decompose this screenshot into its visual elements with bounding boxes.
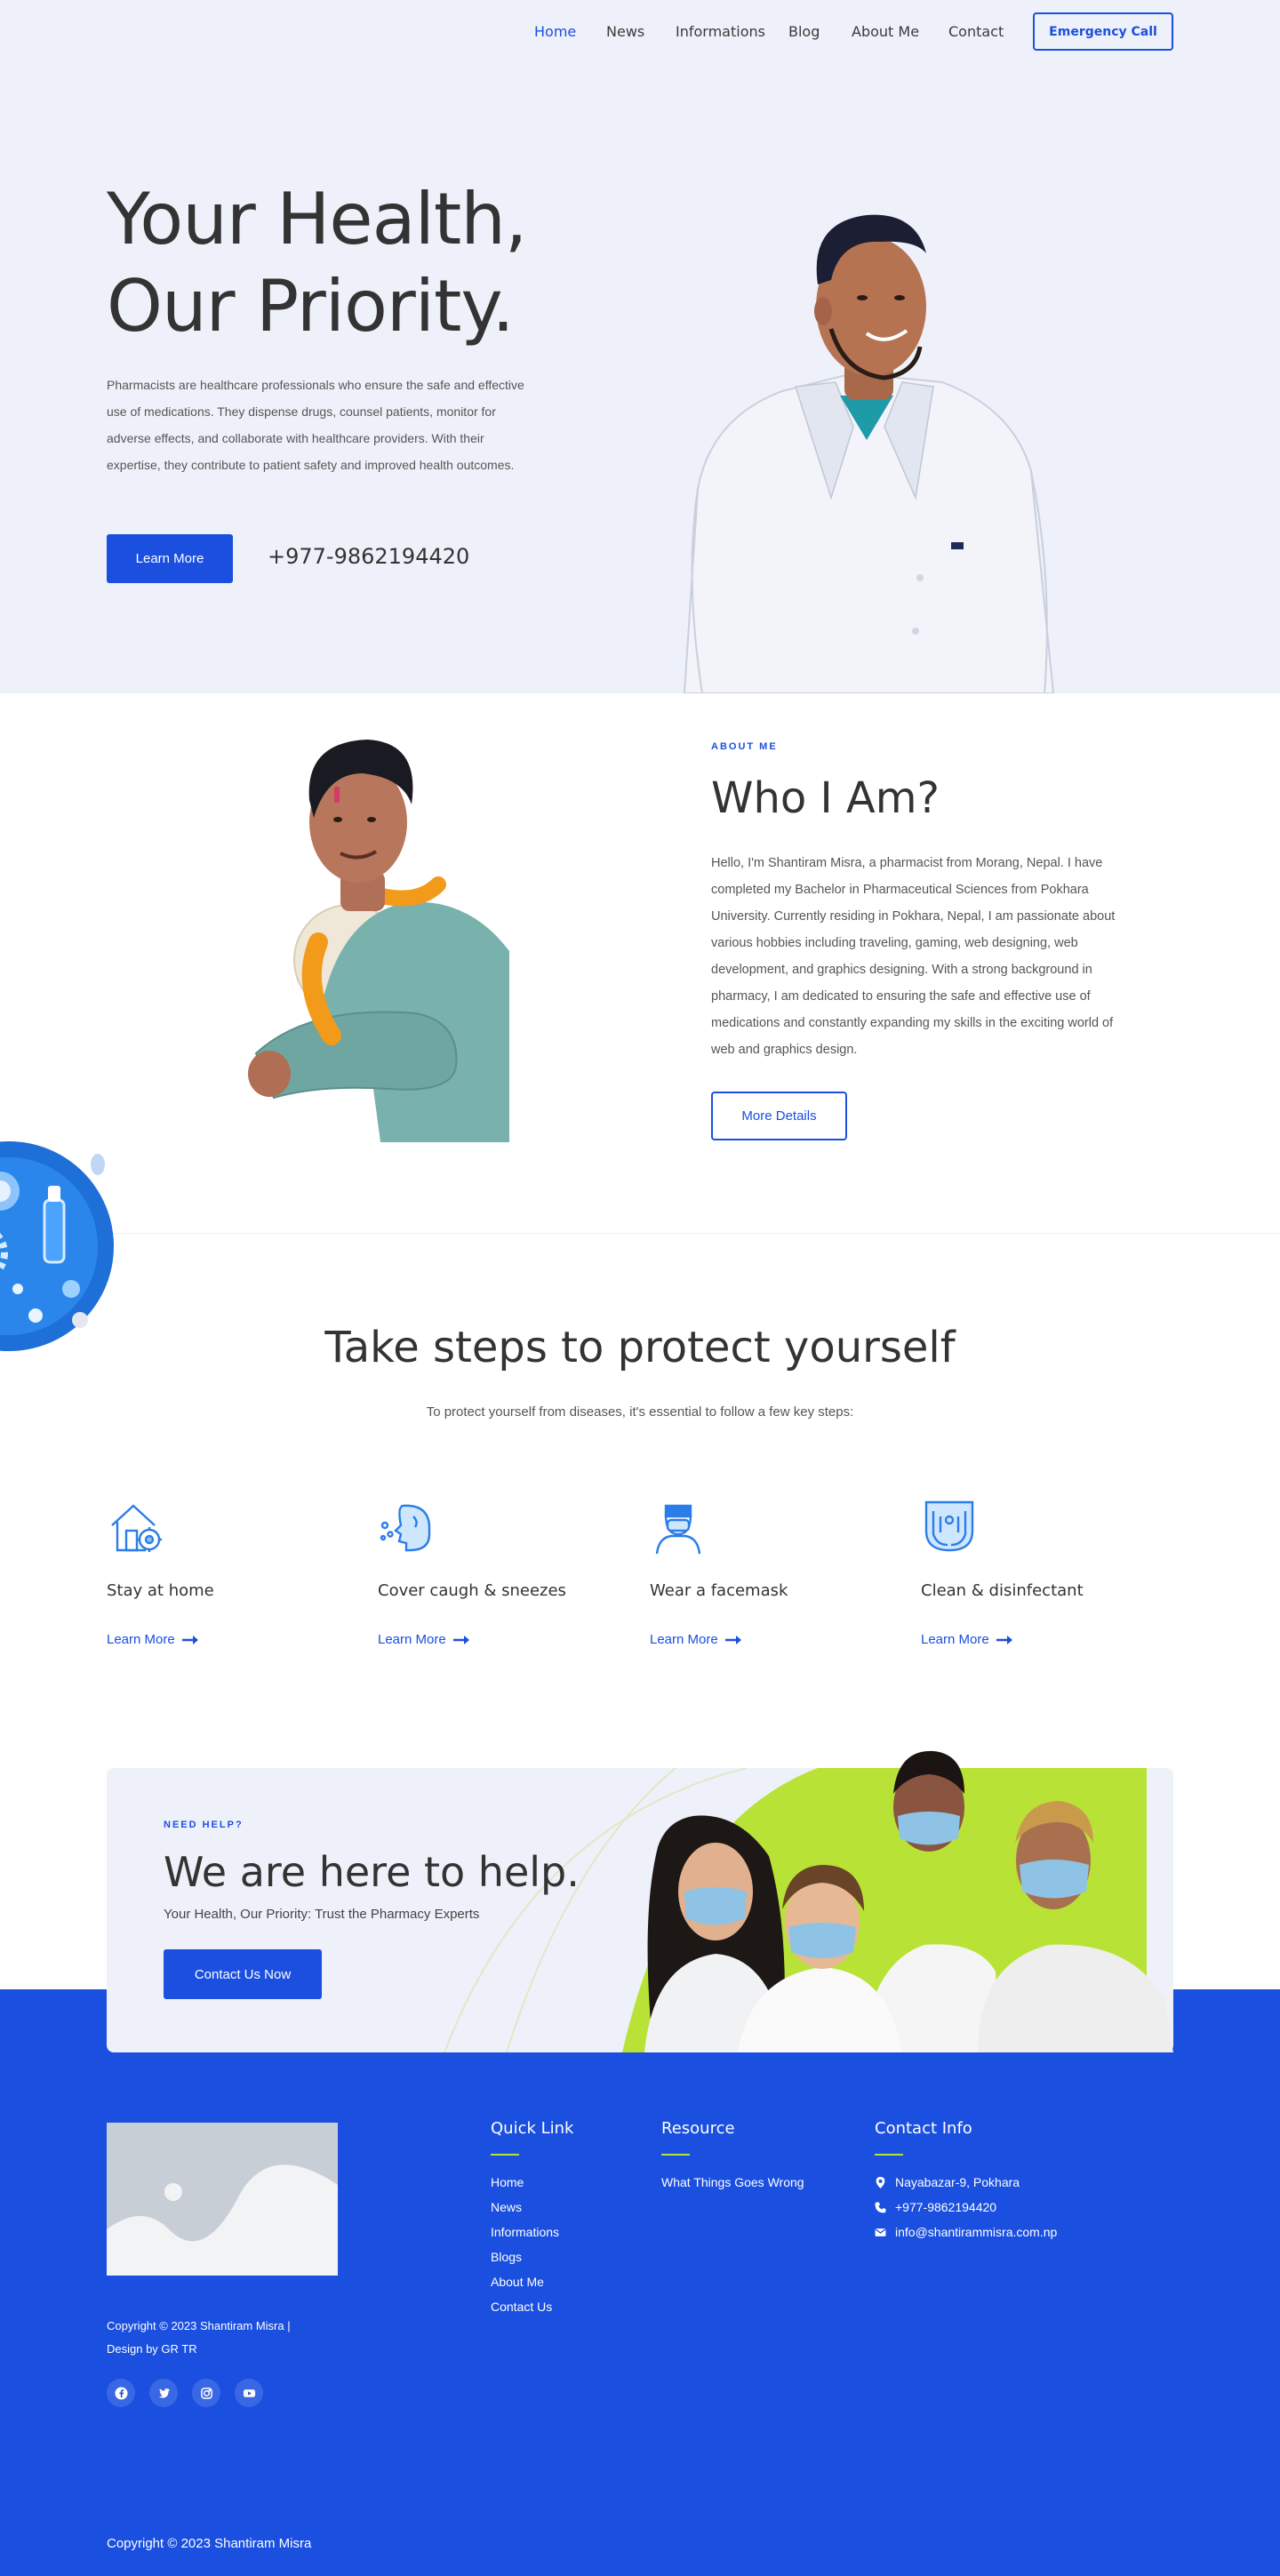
contact-us-button[interactable]: Contact Us Now bbox=[164, 1949, 322, 1999]
footer-copyright: Copyright © 2023 Shantiram Misra bbox=[107, 2536, 312, 2551]
nav-about-me[interactable]: About Me bbox=[852, 23, 919, 40]
instagram-icon[interactable] bbox=[192, 2379, 220, 2407]
facemask-icon bbox=[655, 1504, 701, 1555]
sneeze-icon bbox=[380, 1504, 431, 1552]
step-card: Wear a facemask Learn More bbox=[650, 1499, 899, 1650]
arrow-right-icon bbox=[996, 1635, 1012, 1644]
step-link-label: Learn More bbox=[378, 1632, 446, 1647]
about-section: ABOUT ME Who I Am? Hello, I'm Shantiram … bbox=[0, 693, 1280, 1351]
main-nav: Home News Informations Blog About Me Con… bbox=[0, 12, 1280, 52]
arrow-right-icon bbox=[724, 1635, 741, 1644]
learn-more-button[interactable]: Learn More bbox=[107, 534, 233, 583]
envelope-icon bbox=[875, 2228, 886, 2236]
footer-link-blogs[interactable]: Blogs bbox=[491, 2244, 573, 2269]
help-subtitle: Your Health, Our Priority: Trust the Pha… bbox=[164, 1907, 480, 1922]
quick-link-column: Quick Link Home News Informations Blogs … bbox=[491, 2119, 573, 2319]
footer-link-home[interactable]: Home bbox=[491, 2170, 573, 2195]
arrow-right-icon bbox=[181, 1635, 198, 1644]
arrow-right-icon bbox=[452, 1635, 469, 1644]
step-title: Wear a facemask bbox=[650, 1581, 788, 1600]
hero-title: Your Health, Our Priority. bbox=[107, 178, 527, 348]
help-kicker: NEED HELP? bbox=[164, 1820, 244, 1830]
resource-column: Resource What Things Goes Wrong bbox=[661, 2119, 804, 2195]
nav-home[interactable]: Home bbox=[534, 23, 576, 40]
step-link-label: Learn More bbox=[921, 1632, 989, 1647]
map-pin-icon bbox=[876, 2176, 885, 2188]
footer-link-informations[interactable]: Informations bbox=[491, 2220, 573, 2244]
contact-info-column: Contact Info Nayabazar-9, Pokhara +977-9… bbox=[875, 2119, 1057, 2244]
pharmacist-photo bbox=[683, 214, 1055, 693]
step-learn-more-link[interactable]: Learn More bbox=[378, 1632, 469, 1647]
social-links bbox=[107, 2379, 263, 2407]
contact-address-text: Nayabazar-9, Pokhara bbox=[895, 2175, 1020, 2189]
nav-contact[interactable]: Contact bbox=[948, 23, 1004, 40]
emergency-call-button[interactable]: Emergency Call bbox=[1033, 12, 1173, 51]
step-learn-more-link[interactable]: Learn More bbox=[107, 1632, 198, 1647]
step-title: Clean & disinfectant bbox=[921, 1581, 1084, 1600]
title-underline bbox=[661, 2154, 690, 2156]
more-details-button[interactable]: More Details bbox=[711, 1092, 847, 1140]
step-card: Stay at home Learn More bbox=[107, 1499, 356, 1650]
twitter-icon[interactable] bbox=[149, 2379, 178, 2407]
step-learn-more-link[interactable]: Learn More bbox=[650, 1632, 741, 1647]
contact-phone-text: +977-9862194420 bbox=[895, 2200, 997, 2214]
footer-link-news[interactable]: News bbox=[491, 2195, 573, 2220]
nav-informations[interactable]: Informations bbox=[676, 23, 765, 40]
about-description: Hello, I'm Shantiram Misra, a pharmacist… bbox=[711, 856, 1116, 1057]
step-link-label: Learn More bbox=[107, 1632, 175, 1647]
phone-icon bbox=[875, 2202, 886, 2212]
contact-phone[interactable]: +977-9862194420 bbox=[875, 2195, 1057, 2220]
contact-email-text: info@shantirammisra.com.np bbox=[895, 2225, 1058, 2239]
facebook-icon[interactable] bbox=[107, 2379, 135, 2407]
steps-subtitle: To protect yourself from diseases, it's … bbox=[426, 1404, 854, 1420]
contact-email[interactable]: info@shantirammisra.com.np bbox=[875, 2220, 1057, 2244]
house-virus-icon bbox=[111, 1504, 162, 1552]
nav-blog[interactable]: Blog bbox=[788, 23, 820, 40]
footer-link-what-things-goes-wrong[interactable]: What Things Goes Wrong bbox=[661, 2170, 804, 2195]
step-link-label: Learn More bbox=[650, 1632, 718, 1647]
contact-address: Nayabazar-9, Pokhara bbox=[875, 2170, 1057, 2195]
help-title: We are here to help. bbox=[164, 1848, 580, 1896]
hero-section: Home News Informations Blog About Me Con… bbox=[0, 0, 1280, 693]
contact-info-title: Contact Info bbox=[875, 2119, 972, 2138]
about-title: Who I Am? bbox=[711, 773, 940, 823]
hand-wash-icon bbox=[924, 1500, 974, 1552]
nav-news[interactable]: News bbox=[606, 23, 644, 40]
footer-background bbox=[0, 1989, 1280, 2576]
quick-link-title: Quick Link bbox=[491, 2119, 574, 2138]
footer-logo-placeholder bbox=[107, 2123, 338, 2276]
medicine-decoration bbox=[0, 1141, 114, 1351]
resource-title: Resource bbox=[661, 2119, 735, 2138]
hero-phone[interactable]: +977-9862194420 bbox=[268, 544, 469, 569]
footer-link-about-me[interactable]: About Me bbox=[491, 2269, 573, 2294]
step-card: Cover caugh & sneezes Learn More bbox=[378, 1499, 627, 1650]
about-kicker: ABOUT ME bbox=[711, 741, 778, 752]
footer-link-contact-us[interactable]: Contact Us bbox=[491, 2294, 573, 2319]
profile-photo bbox=[248, 740, 509, 1142]
step-card: Clean & disinfectant Learn More bbox=[921, 1499, 1170, 1650]
title-underline bbox=[491, 2154, 519, 2156]
step-title: Cover caugh & sneezes bbox=[378, 1581, 566, 1600]
steps-title: Take steps to protect yourself bbox=[324, 1323, 956, 1372]
hero-description: Pharmacists are healthcare professionals… bbox=[107, 378, 524, 472]
footer-copyright-small: Copyright © 2023 Shantiram Misra | Desig… bbox=[107, 2319, 291, 2356]
title-underline bbox=[875, 2154, 903, 2156]
image-placeholder-icon bbox=[107, 2123, 338, 2276]
youtube-icon[interactable] bbox=[235, 2379, 263, 2407]
masked-people-photo bbox=[644, 1750, 1173, 2052]
step-title: Stay at home bbox=[107, 1581, 214, 1600]
step-learn-more-link[interactable]: Learn More bbox=[921, 1632, 1012, 1647]
